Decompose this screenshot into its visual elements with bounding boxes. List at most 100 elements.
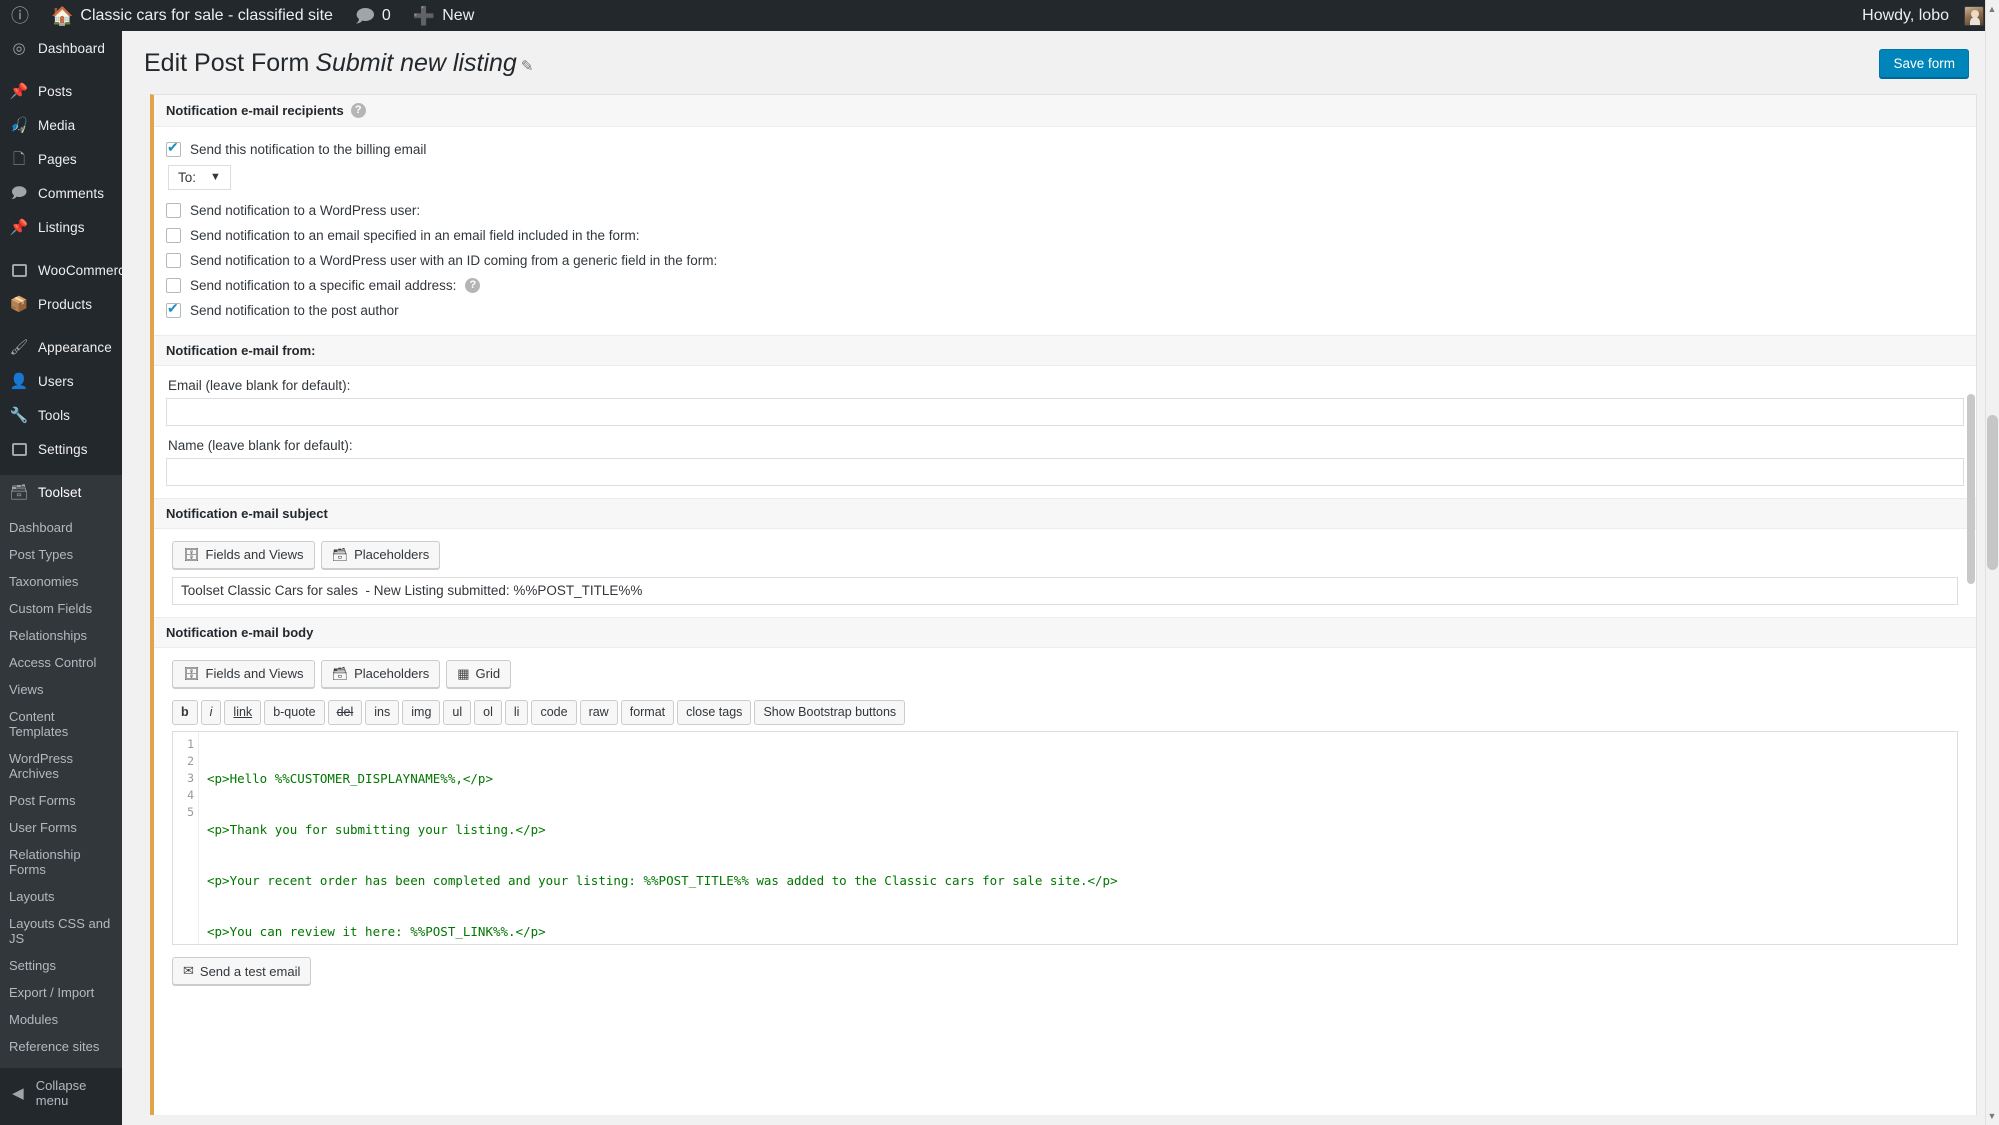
submenu-item-user-forms[interactable]: User Forms (0, 814, 122, 841)
recipient-option-post-author[interactable]: Send notification to the post author (166, 298, 1964, 323)
checkbox[interactable] (166, 140, 181, 157)
submenu-item-access-control[interactable]: Access Control (0, 649, 122, 676)
sidebar-item-appearance[interactable]: 🖌 Appearance (0, 330, 122, 364)
site-name-menu[interactable]: 🏠 Classic cars for sale - classified sit… (40, 0, 344, 31)
code-content[interactable]: <p>Hello %%CUSTOMER_DISPLAYNAME%%,</p> <… (199, 732, 1957, 944)
help-icon[interactable]: ? (350, 102, 366, 118)
sidebar-item-pages[interactable]: 🗋 Pages (0, 142, 122, 176)
comment-bubble-icon: 🗩 (10, 184, 28, 202)
submenu-item-settings[interactable]: Settings (0, 952, 122, 979)
page-scrollbar-thumb[interactable] (1987, 415, 1998, 570)
sidebar-item-dashboard[interactable]: ◎ Dashboard (0, 31, 122, 65)
scroll-down-arrow-icon[interactable]: ▼ (1986, 1109, 1998, 1123)
send-test-email-button[interactable]: ✉ Send a test email (172, 957, 312, 986)
checkbox[interactable] (166, 252, 181, 268)
quicktag-raw[interactable]: raw (579, 699, 618, 726)
site-name-label: Classic cars for sale - classified site (80, 6, 333, 24)
sidebar-item-comments[interactable]: 🗩 Comments (0, 176, 122, 210)
email-from-name-input[interactable] (166, 457, 1964, 486)
sidebar-item-products[interactable]: 📦 Products (0, 287, 122, 321)
quicktag-show-bootstrap-buttons[interactable]: Show Bootstrap buttons (754, 699, 906, 726)
checkbox[interactable] (166, 277, 181, 293)
scroll-up-arrow-icon[interactable]: ▲ (1986, 2, 1998, 16)
wp-logo-menu[interactable]: ⓘ (0, 0, 40, 31)
quicktag-format[interactable]: format (620, 699, 675, 726)
submenu-item-custom-fields[interactable]: Custom Fields (0, 595, 122, 622)
sidebar-item-media[interactable]: 🎣 Media (0, 108, 122, 142)
submenu-item-relationships[interactable]: Relationships (0, 622, 122, 649)
sidebar-item-users[interactable]: 👤 Users (0, 364, 122, 398)
submenu-item-layouts-css-and-js[interactable]: Layouts CSS and JS (0, 910, 122, 952)
recipient-option-wordpress-user[interactable]: Send notification to a WordPress user: (166, 198, 1964, 223)
collapse-menu-button[interactable]: ◀ Collapse menu (0, 1076, 122, 1110)
to-field-select[interactable]: To: ▼ (168, 164, 231, 190)
panel-inner-scrollbar[interactable] (1967, 393, 1975, 584)
submenu-item-taxonomies[interactable]: Taxonomies (0, 568, 122, 595)
submenu-item-dashboard[interactable]: Dashboard (0, 514, 122, 541)
comments-bubble[interactable]: 🗩 0 (344, 0, 402, 31)
checkbox[interactable] (166, 301, 181, 318)
quicktag-li[interactable]: li (504, 699, 529, 726)
sidebar-item-tools[interactable]: 🔧 Tools (0, 398, 122, 432)
code-line: <p>Hello %%CUSTOMER_DISPLAYNAME%%,</p> (207, 771, 493, 787)
quicktag-del[interactable]: del (327, 699, 363, 726)
recipient-option-label: Send this notification to the billing em… (190, 141, 427, 157)
my-account-menu[interactable]: Howdy, lobo (1851, 0, 1995, 31)
line-number: 5 (187, 805, 194, 820)
recipient-option-email-field[interactable]: Send notification to an email specified … (166, 223, 1964, 248)
page-scrollbar[interactable]: ▲ ▼ (1985, 0, 1999, 1125)
pencil-icon[interactable]: ✎ (521, 58, 534, 75)
help-icon[interactable]: ? (465, 277, 481, 293)
recipient-option-specific-address[interactable]: Send notification to a specific email ad… (166, 273, 1964, 298)
submenu-item-export-import[interactable]: Export / Import (0, 979, 122, 1006)
submenu-item-post-types[interactable]: Post Types (0, 541, 122, 568)
email-from-email-input[interactable] (166, 397, 1964, 426)
quicktag-close-tags[interactable]: close tags (677, 699, 752, 726)
toolset-submenu: Dashboard Post Types Taxonomies Custom F… (0, 509, 122, 1068)
main-content: Edit Post Form Submit new listing ✎ Save f… (122, 31, 1999, 1125)
wpbody: Edit Post Form Submit new listing ✎ Save f… (122, 31, 1999, 1124)
save-form-button[interactable]: Save form (1879, 49, 1969, 78)
body-grid-button[interactable]: ▦ Grid (446, 659, 512, 688)
quicktag-code[interactable]: code (531, 699, 577, 726)
form-name-label: Submit new listing (315, 49, 517, 77)
submenu-item-views[interactable]: Views (0, 676, 122, 703)
sidebar-item-toolset[interactable]: 🗃 Toolset (0, 475, 122, 509)
greeting-label: Howdy, lobo (1862, 6, 1949, 24)
submenu-item-relationship-forms[interactable]: Relationship Forms (0, 841, 122, 883)
email-body-code-editor[interactable]: 1 2 3 4 5 <p>Hello %%CUSTOMER_DISPLAYNAM… (172, 731, 1958, 946)
button-label: Fields and Views (205, 666, 304, 681)
quicktag-ul[interactable]: ul (443, 699, 472, 726)
body-placeholders-button[interactable]: 🗃 Placeholders (320, 659, 441, 688)
quicktag-b-quote[interactable]: b-quote (264, 699, 325, 726)
submenu-item-reference-sites[interactable]: Reference sites (0, 1033, 122, 1060)
notification-settings-panel: Notification e-mail recipients ? Send th… (150, 93, 1977, 1124)
sidebar-item-settings[interactable]: Settings (0, 432, 122, 466)
subject-placeholders-button[interactable]: 🗃 Placeholders (320, 540, 441, 569)
quicktag-i[interactable]: i (200, 699, 222, 726)
sidebar-item-listings[interactable]: 📌 Listings (0, 210, 122, 244)
submenu-item-modules[interactable]: Modules (0, 1006, 122, 1033)
quicktag-ins[interactable]: ins (365, 699, 400, 726)
sidebar-label: Settings (38, 441, 88, 457)
subject-input[interactable] (172, 576, 1958, 605)
sidebar-item-posts[interactable]: 📌 Posts (0, 74, 122, 108)
recipient-option-billing-email[interactable]: Send this notification to the billing em… (166, 137, 1964, 162)
submenu-item-layouts[interactable]: Layouts (0, 883, 122, 910)
sidebar-item-woocommerce[interactable]: WooCommerce (0, 253, 133, 287)
submenu-item-wordpress-archives[interactable]: WordPress Archives (0, 745, 122, 787)
checkbox[interactable] (166, 202, 181, 218)
quicktag-img[interactable]: img (402, 699, 441, 726)
button-label: Placeholders (354, 666, 430, 681)
sidebar-label: Comments (38, 185, 105, 201)
checkbox[interactable] (166, 227, 181, 243)
body-fields-and-views-button[interactable]: 🗄 Fields and Views (172, 659, 315, 688)
submenu-item-content-templates[interactable]: Content Templates (0, 703, 122, 745)
quicktag-b[interactable]: b (172, 699, 198, 726)
recipient-option-generic-field-id[interactable]: Send notification to a WordPress user wi… (166, 248, 1964, 273)
quicktag-link[interactable]: link (224, 699, 262, 726)
submenu-item-post-forms[interactable]: Post Forms (0, 787, 122, 814)
subject-fields-and-views-button[interactable]: 🗄 Fields and Views (172, 540, 315, 569)
new-content-menu[interactable]: ➕ New (402, 0, 485, 31)
quicktag-ol[interactable]: ol (474, 699, 502, 726)
